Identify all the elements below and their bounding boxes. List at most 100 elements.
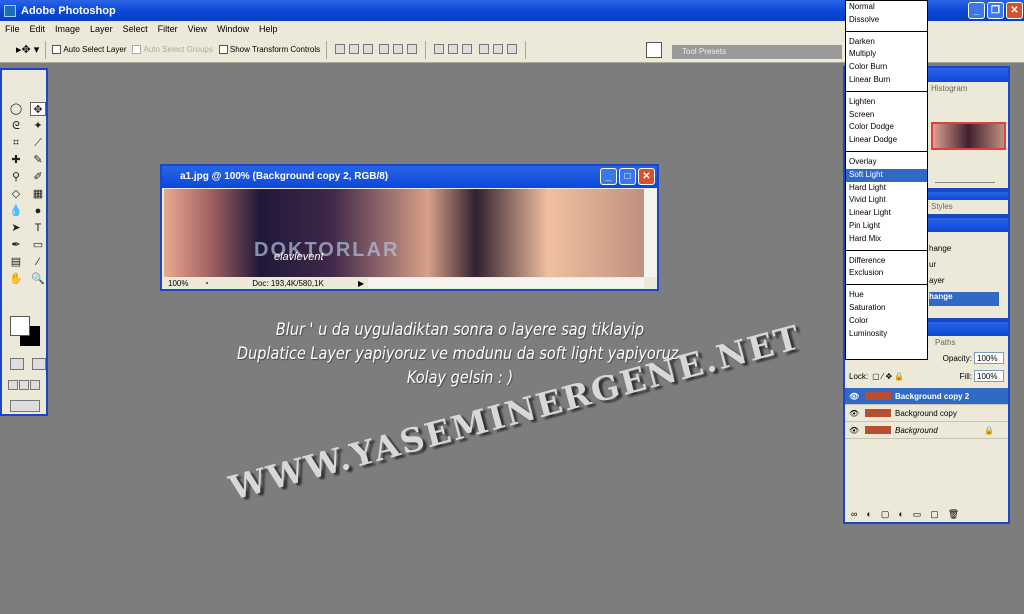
menu-image[interactable]: Image	[50, 24, 85, 34]
blend-mode-option[interactable]: Hard Mix	[846, 233, 927, 246]
blend-mode-option[interactable]: Linear Burn	[846, 74, 927, 87]
eyedropper-icon[interactable]: ⁄	[30, 255, 46, 269]
history-item-active[interactable]: hange	[929, 292, 999, 306]
show-transform-controls-checkbox[interactable]: Show Transform Controls	[218, 45, 320, 55]
path-selection-icon[interactable]: ➤	[8, 221, 24, 235]
blend-mode-option[interactable]: Difference	[846, 255, 927, 268]
layer-row[interactable]: 👁 Background 🔒	[845, 422, 1008, 439]
clone-stamp-icon[interactable]: ⚲	[8, 170, 24, 184]
blend-mode-option[interactable]: Exclusion	[846, 267, 927, 280]
color-swatches[interactable]	[8, 316, 42, 350]
blur-tool-icon[interactable]: 💧	[8, 204, 24, 218]
maximize-button[interactable]: ❐	[987, 2, 1004, 19]
align-buttons[interactable]	[333, 43, 419, 56]
lasso-tool-icon[interactable]: ᘓ	[8, 119, 24, 133]
opacity-label: Opacity:	[942, 353, 972, 363]
navigator-zoom-slider[interactable]	[935, 182, 995, 183]
zoom-tool-icon[interactable]: 🔍	[30, 272, 46, 286]
layers-bottom-toolbar[interactable]: ∞◐▢◐▭▢🗑	[851, 509, 968, 520]
jump-to-imageready-button[interactable]	[8, 400, 42, 414]
blend-mode-option[interactable]: Color	[846, 315, 927, 328]
status-arrow-button[interactable]: ▶	[358, 279, 364, 288]
menu-help[interactable]: Help	[254, 24, 283, 34]
crop-tool-icon[interactable]: ⌗	[8, 136, 24, 150]
menu-filter[interactable]: Filter	[153, 24, 183, 34]
lock-icon: 🔒	[984, 425, 994, 435]
blend-mode-option[interactable]: Pin Light	[846, 220, 927, 233]
eraser-icon[interactable]: ◇	[8, 187, 24, 201]
blend-mode-option[interactable]: Vivid Light	[846, 194, 927, 207]
eye-icon[interactable]: 👁	[849, 392, 861, 401]
menu-file[interactable]: File	[0, 24, 25, 34]
blend-mode-option[interactable]: Linear Dodge	[846, 134, 927, 147]
blend-mode-option[interactable]: Soft Light	[846, 168, 927, 182]
eye-icon[interactable]: 👁	[849, 426, 861, 435]
blend-mode-option[interactable]: Lighten	[846, 96, 927, 109]
move-tool-preset-icon[interactable]: ▸✥ ▾	[16, 43, 39, 56]
blend-mode-dropdown[interactable]: Normal Dissolve Darken Multiply Color Burn Li…	[845, 0, 928, 360]
status-menu-icon[interactable]: ◔	[204, 279, 218, 288]
history-item[interactable]: hange	[929, 244, 1008, 260]
screen-mode-buttons[interactable]	[8, 380, 40, 390]
healing-brush-icon[interactable]: ✚	[8, 153, 24, 167]
type-tool-icon[interactable]: T	[30, 221, 46, 235]
distribute-buttons[interactable]	[432, 43, 518, 56]
auto-select-groups-checkbox[interactable]: Auto Select Groups	[132, 45, 213, 55]
blend-mode-option[interactable]: Multiply	[846, 48, 927, 61]
eye-icon[interactable]: 👁	[849, 409, 861, 418]
menu-select[interactable]: Select	[118, 24, 153, 34]
blend-mode-option[interactable]: Color Dodge	[846, 121, 927, 134]
doc-horizontal-scrollbar[interactable]	[368, 278, 644, 288]
close-button[interactable]: ✕	[1006, 2, 1023, 19]
blend-mode-option[interactable]: Luminosity	[846, 328, 927, 341]
menu-window[interactable]: Window	[212, 24, 254, 34]
blend-mode-option[interactable]: Hue	[846, 289, 927, 302]
doc-vertical-scrollbar[interactable]	[644, 189, 657, 277]
marquee-tool-icon[interactable]: ◯	[8, 102, 24, 116]
document-canvas[interactable]: DOKTORLAR elavlevent	[164, 189, 644, 277]
blend-mode-option[interactable]: Darken	[846, 36, 927, 49]
blend-mode-option[interactable]: Dissolve	[846, 14, 927, 27]
lock-icons[interactable]: ▢ ⁄ ✥ 🔒	[872, 372, 904, 381]
blend-mode-option[interactable]: Overlay	[846, 156, 927, 169]
zoom-level-field[interactable]: 100%	[164, 279, 204, 288]
notes-tool-icon[interactable]: ▤	[8, 255, 24, 269]
quick-mask-buttons[interactable]	[8, 358, 48, 370]
doc-close-button[interactable]: ✕	[638, 168, 655, 185]
doc-minimize-button[interactable]: _	[600, 168, 617, 185]
document-status-bar: 100% ◔ Doc: 193,4K/580,1K ▶	[164, 277, 644, 289]
shape-tool-icon[interactable]: ▭	[30, 238, 46, 252]
minimize-button[interactable]: _	[968, 2, 985, 19]
blend-mode-option[interactable]: Linear Light	[846, 207, 927, 220]
menu-view[interactable]: View	[183, 24, 212, 34]
photoshop-icon	[4, 4, 16, 17]
file-browser-icon[interactable]	[646, 42, 662, 58]
opacity-field[interactable]: 100%	[974, 352, 1004, 364]
blend-mode-option[interactable]: Normal	[846, 1, 927, 14]
history-item[interactable]: ur	[929, 260, 1008, 276]
history-item[interactable]: ayer	[929, 276, 1008, 292]
brush-tool-icon[interactable]: ✎	[30, 153, 46, 167]
pen-tool-icon[interactable]: ✒	[8, 238, 24, 252]
fill-field[interactable]: 100%	[974, 370, 1004, 382]
layer-row[interactable]: 👁 Background copy	[845, 405, 1008, 422]
move-tool-icon[interactable]: ✥	[30, 102, 46, 116]
doc-maximize-button[interactable]: □	[619, 168, 636, 185]
menu-layer[interactable]: Layer	[85, 24, 118, 34]
blend-mode-option[interactable]: Color Burn	[846, 61, 927, 74]
blend-mode-option[interactable]: Saturation	[846, 302, 927, 315]
dodge-tool-icon[interactable]: ●	[30, 204, 46, 218]
layer-row[interactable]: 👁 Background copy 2	[845, 388, 1008, 405]
menu-edit[interactable]: Edit	[25, 24, 51, 34]
slice-tool-icon[interactable]: ⟋	[30, 136, 46, 150]
blend-mode-option[interactable]: Hard Light	[846, 182, 927, 195]
auto-select-layer-checkbox[interactable]: Auto Select Layer	[52, 45, 126, 55]
tool-presets-tab[interactable]: Tool Presets	[672, 45, 842, 59]
history-brush-icon[interactable]: ✐	[30, 170, 46, 184]
gradient-icon[interactable]: ▦	[30, 187, 46, 201]
blend-mode-option[interactable]: Screen	[846, 109, 927, 122]
magic-wand-icon[interactable]: ✦	[30, 119, 46, 133]
hand-tool-icon[interactable]: ✋	[8, 272, 24, 286]
navigator-thumbnail	[931, 122, 1006, 150]
fill-label: Fill:	[959, 371, 972, 381]
